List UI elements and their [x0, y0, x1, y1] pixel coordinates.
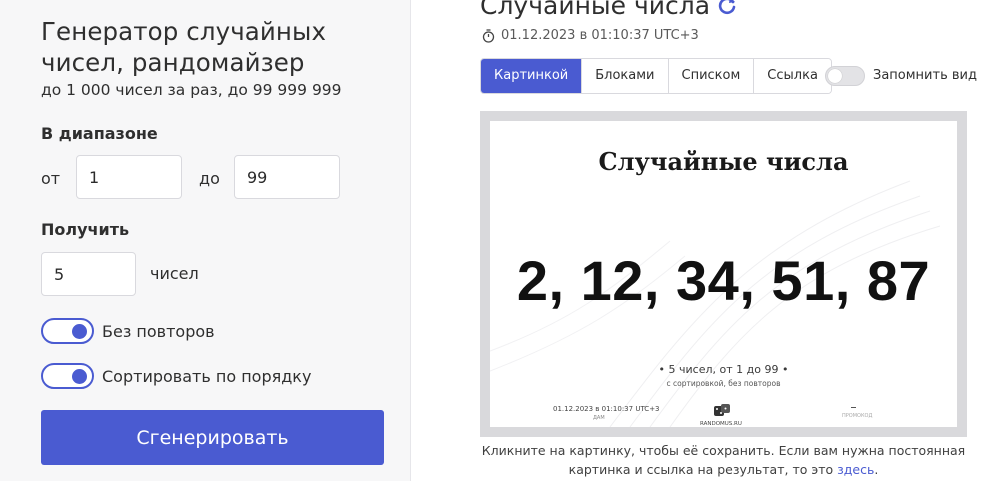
panel-title: Генератор случайных чисел, рандомайзер	[41, 17, 327, 77]
range-from-label: от	[41, 169, 61, 188]
toggle-knob	[828, 69, 842, 83]
count-input[interactable]	[41, 252, 136, 296]
no-repeats-label: Без повторов	[102, 322, 215, 341]
toggle-knob	[72, 369, 87, 384]
dice-icon	[714, 404, 730, 416]
card-promo: ПРОМОКОД	[842, 413, 873, 419]
refresh-icon[interactable]	[716, 0, 738, 16]
card-brand: RANDOMUS.RU	[700, 421, 742, 427]
generator-panel: Генератор случайных чисел, рандомайзер д…	[0, 0, 411, 481]
caption-link[interactable]: здесь	[837, 462, 874, 477]
card-date-sub: ДАМ	[593, 415, 605, 421]
tab-blocks[interactable]: Блоками	[582, 59, 669, 93]
sort-toggle[interactable]	[41, 363, 94, 389]
caption-line2: картинка и ссылка на результат, то это	[568, 462, 834, 477]
remember-view-label: Запомнить вид	[873, 68, 977, 83]
remember-view-toggle[interactable]	[825, 66, 865, 86]
no-repeats-toggle[interactable]	[41, 318, 94, 344]
image-caption: Кликните на картинку, чтобы её сохранить…	[480, 441, 967, 479]
card-note: с сортировкой, без повторов	[666, 379, 781, 388]
result-timestamp: 01.12.2023 в 01:10:37 UTC+3	[482, 28, 699, 43]
timestamp-text: 01.12.2023 в 01:10:37 UTC+3	[501, 28, 699, 43]
caption-end: .	[874, 462, 879, 477]
promo-dash	[851, 407, 856, 408]
range-label: В диапазоне	[41, 124, 158, 143]
tab-list[interactable]: Списком	[668, 59, 755, 93]
card-heading: Случайные числа	[598, 147, 849, 176]
view-tabs: Картинкой Блоками Списком Ссылка	[480, 58, 832, 94]
card-summary: • 5 чисел, от 1 до 99 •	[658, 363, 789, 376]
range-to-input[interactable]	[234, 155, 340, 199]
range-from-input[interactable]	[76, 155, 182, 199]
count-label: Получить	[41, 220, 130, 239]
toggle-knob	[72, 324, 87, 339]
result-image[interactable]: Случайные числа 2, 12, 34, 51, 87 • 5 чи…	[490, 121, 957, 427]
stopwatch-icon	[482, 28, 495, 43]
range-to-label: до	[199, 169, 220, 188]
caption-line1: Кликните на картинку, чтобы её сохранить…	[481, 443, 966, 458]
random-numbers: 2, 12, 34, 51, 87	[516, 249, 931, 312]
panel-subtitle: до 1 000 чисел за раз, до 99 999 999	[41, 81, 342, 99]
tab-image[interactable]: Картинкой	[481, 59, 583, 93]
count-unit-label: чисел	[150, 264, 199, 283]
result-title: Случайные числа	[480, 0, 711, 20]
tab-link[interactable]: Ссылка	[754, 59, 831, 93]
sort-label: Сортировать по порядку	[102, 367, 312, 386]
generate-button[interactable]: Сгенерировать	[41, 410, 384, 465]
card-date: 01.12.2023 в 01:10:37 UTC+3	[553, 405, 660, 413]
result-image-frame: Случайные числа 2, 12, 34, 51, 87 • 5 чи…	[480, 111, 967, 437]
